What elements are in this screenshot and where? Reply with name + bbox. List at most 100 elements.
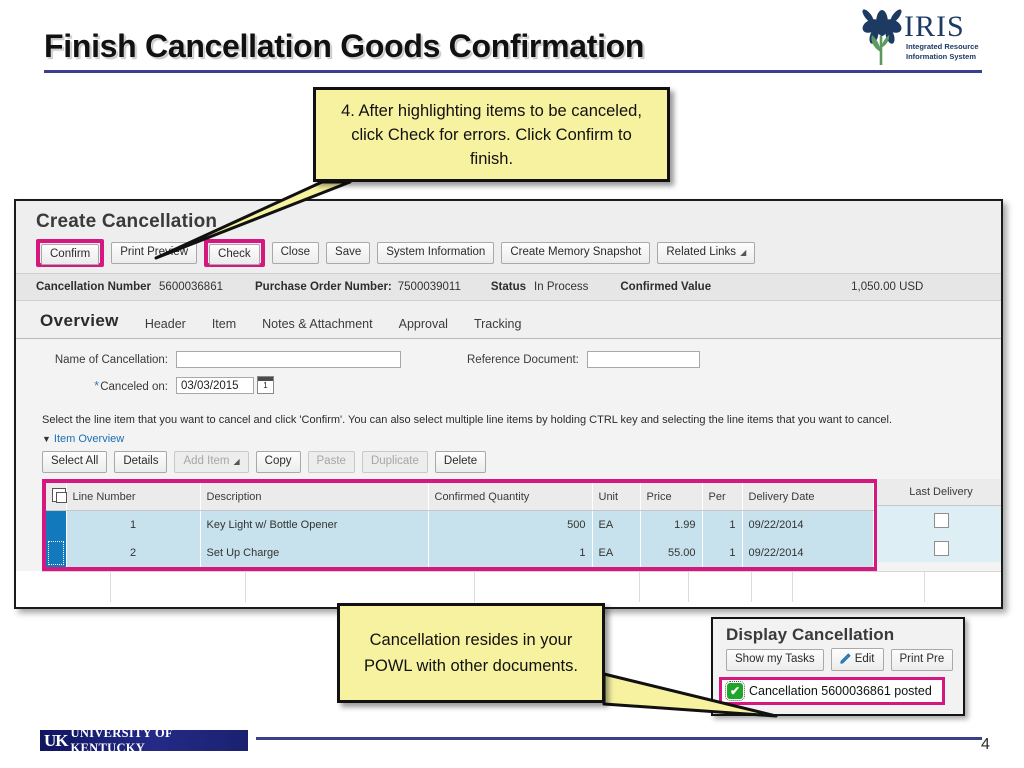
cancellation-number-label: Cancellation Number bbox=[36, 281, 152, 293]
last-delivery-checkbox[interactable] bbox=[933, 540, 949, 556]
item-table-highlight: Line Number Description Confirmed Quanti… bbox=[42, 479, 877, 571]
callout-bottom: Cancellation resides in your POWL with o… bbox=[337, 603, 605, 703]
cell-confirmed-quantity: 500 bbox=[428, 510, 593, 539]
last-delivery-column: Last Delivery bbox=[877, 479, 1001, 562]
item-overview-toggle[interactable]: ▼ Item Overview bbox=[16, 432, 1001, 449]
uk-name: UNIVERSITY OF KENTUCKY bbox=[70, 725, 173, 755]
table-row[interactable]: 2 Set Up Charge 1 EA 55.00 1 09/22/2014 bbox=[46, 538, 874, 567]
confirmed-value-label: Confirmed Value bbox=[620, 281, 712, 293]
iris-flower-icon bbox=[862, 9, 902, 65]
title-divider bbox=[44, 70, 982, 73]
edit-button-label: Edit bbox=[854, 653, 875, 665]
table-header-row: Line Number Description Confirmed Quanti… bbox=[46, 483, 874, 511]
col-delivery-date[interactable]: Delivery Date bbox=[742, 483, 874, 511]
triangle-down-icon: ▼ bbox=[42, 434, 51, 444]
row-selector[interactable] bbox=[46, 510, 67, 539]
tab-notes-attachment[interactable]: Notes & Attachment bbox=[262, 317, 372, 338]
reference-document-label: Reference Document: bbox=[467, 353, 579, 366]
edit-button[interactable]: Edit bbox=[830, 648, 884, 671]
calendar-icon[interactable]: 1 bbox=[257, 376, 274, 394]
col-per[interactable]: Per bbox=[702, 483, 743, 511]
name-of-cancellation-label: Name of Cancellation: bbox=[54, 353, 168, 366]
col-description[interactable]: Description bbox=[200, 483, 429, 511]
select-all-button[interactable]: Select All bbox=[42, 451, 108, 473]
iris-tagline-line1: Integrated Resource bbox=[906, 42, 979, 51]
confirm-button[interactable]: Confirm bbox=[41, 244, 100, 265]
row-selector[interactable] bbox=[46, 538, 67, 567]
chevron-down-icon: ◢ bbox=[233, 457, 240, 466]
add-item-label: Add Item bbox=[183, 455, 230, 467]
delete-button[interactable]: Delete bbox=[434, 451, 487, 473]
cell-unit: EA bbox=[592, 510, 641, 539]
cell-per: 1 bbox=[702, 510, 743, 539]
cell-line-number: 1 bbox=[66, 510, 201, 539]
selection-hint: Select the line item that you want to ca… bbox=[16, 410, 1001, 432]
footer-divider bbox=[256, 737, 982, 740]
tab-overview[interactable]: Overview bbox=[40, 311, 119, 338]
reference-document-input[interactable] bbox=[586, 351, 700, 368]
tab-header[interactable]: Header bbox=[145, 317, 186, 338]
confirmed-value-amount: 1,050.00 USD bbox=[851, 281, 924, 293]
copy-button[interactable]: Copy bbox=[255, 451, 301, 473]
last-delivery-cell bbox=[877, 506, 1001, 534]
last-delivery-checkbox[interactable] bbox=[933, 512, 949, 528]
status-value: In Process bbox=[534, 281, 589, 293]
canceled-on-label: Canceled on: bbox=[100, 380, 168, 393]
tab-bar: Overview Header Item Notes & Attachment … bbox=[16, 301, 1001, 339]
cell-line-number: 2 bbox=[66, 538, 201, 567]
col-price[interactable]: Price bbox=[640, 483, 703, 511]
cell-price: 55.00 bbox=[640, 538, 703, 567]
item-overview-label: Item Overview bbox=[53, 433, 125, 445]
page-title: Finish Cancellation Goods Confirmation bbox=[44, 28, 645, 64]
iris-logo: IRIS Integrated Resource Information Sys… bbox=[858, 8, 982, 66]
confirm-button-highlight: Confirm bbox=[36, 239, 105, 267]
table-row[interactable]: 1 Key Light w/ Bottle Opener 500 EA 1.99… bbox=[46, 510, 874, 539]
status-label: Status bbox=[490, 281, 527, 293]
cell-delivery-date: 09/22/2014 bbox=[742, 510, 874, 539]
overview-form: Name of Cancellation: Reference Document… bbox=[16, 339, 1001, 410]
iris-tagline-line2: Information System bbox=[906, 51, 977, 61]
col-line-number[interactable]: Line Number bbox=[66, 483, 201, 511]
copy-column-icon bbox=[52, 488, 67, 503]
col-last-delivery[interactable]: Last Delivery bbox=[877, 479, 1001, 506]
form-row-2: *Canceled on: 03/03/2015 1 bbox=[16, 376, 1001, 394]
iris-wordmark: IRIS bbox=[904, 10, 965, 43]
uk-mark: UK bbox=[44, 730, 68, 750]
last-delivery-cell bbox=[877, 534, 1001, 562]
tab-approval[interactable]: Approval bbox=[399, 317, 448, 338]
cancellation-number-value: 5600036861 bbox=[159, 281, 223, 293]
canceled-on-label-wrap: *Canceled on: bbox=[16, 378, 168, 393]
pencil-icon bbox=[840, 653, 851, 664]
cell-description: Key Light w/ Bottle Opener bbox=[200, 510, 429, 539]
canceled-on-input[interactable]: 03/03/2015 bbox=[176, 376, 254, 394]
table-empty-row bbox=[42, 570, 1001, 602]
col-confirmed-quantity[interactable]: Confirmed Quantity bbox=[428, 483, 593, 511]
duplicate-button: Duplicate bbox=[361, 451, 428, 473]
cell-delivery-date: 09/22/2014 bbox=[742, 538, 874, 567]
col-unit[interactable]: Unit bbox=[592, 483, 641, 511]
select-column-header[interactable] bbox=[46, 483, 67, 511]
related-links-button[interactable]: Related Links ◢ bbox=[657, 242, 756, 264]
cell-per: 1 bbox=[702, 538, 743, 567]
cell-unit: EA bbox=[592, 538, 641, 567]
form-row-1: Name of Cancellation: Reference Document… bbox=[16, 351, 1001, 368]
tab-tracking[interactable]: Tracking bbox=[474, 317, 521, 338]
paste-button: Paste bbox=[307, 451, 355, 473]
details-button[interactable]: Details bbox=[114, 451, 168, 473]
item-toolbar: Select All Details Add Item ◢ Copy Paste … bbox=[16, 449, 1001, 479]
name-of-cancellation-input[interactable] bbox=[176, 351, 401, 368]
tab-item[interactable]: Item bbox=[212, 317, 236, 338]
add-item-button: Add Item ◢ bbox=[174, 451, 249, 473]
cell-price: 1.99 bbox=[640, 510, 703, 539]
cell-confirmed-quantity: 1 bbox=[428, 538, 593, 567]
iris-tagline: Integrated Resource Information System bbox=[906, 42, 979, 61]
print-preview-button[interactable]: Print Pre bbox=[890, 648, 954, 671]
purchase-order-value: 7500039011 bbox=[397, 281, 461, 293]
required-marker: * bbox=[94, 377, 100, 393]
cell-description: Set Up Charge bbox=[200, 538, 429, 567]
purchase-order-label: Purchase Order Number: bbox=[255, 281, 392, 293]
related-links-label: Related Links bbox=[666, 246, 737, 258]
chevron-down-icon: ◢ bbox=[740, 248, 747, 257]
item-table-container: Line Number Description Confirmed Quanti… bbox=[16, 479, 1001, 571]
item-table: Line Number Description Confirmed Quanti… bbox=[46, 483, 874, 567]
